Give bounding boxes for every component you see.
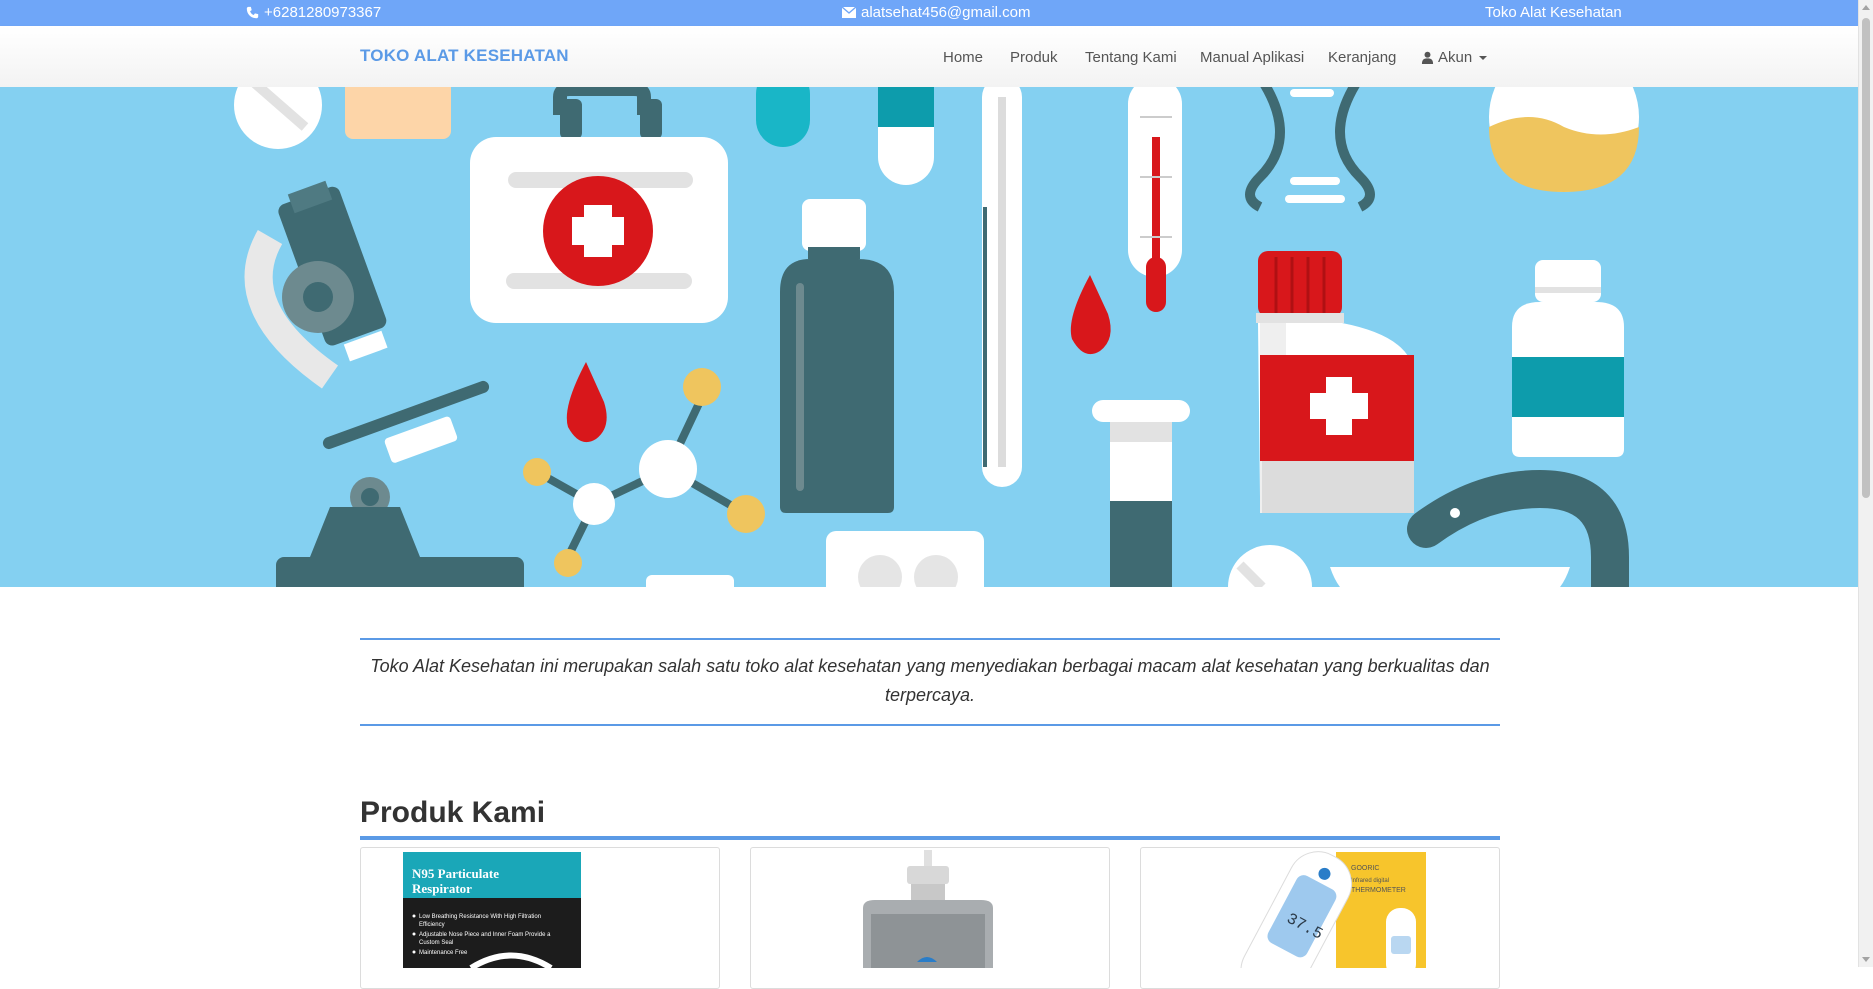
product-card[interactable] (750, 847, 1110, 989)
box-bullet-3: Maintenance Free (419, 950, 468, 956)
topbar-brand: Toko Alat Kesehatan (1485, 4, 1622, 21)
scrollbar-thumb[interactable] (1862, 18, 1870, 498)
product-card[interactable]: N95 Particulate Respirator Low Breathing… (360, 847, 720, 989)
box-bullet-1b: Efficiency (419, 922, 445, 928)
phone-icon (246, 6, 259, 19)
box-brand: GOORIC (1351, 865, 1379, 872)
box-title-line1: N95 Particulate (412, 866, 499, 881)
nav-keranjang[interactable]: Keranjang (1328, 49, 1396, 66)
nav-home[interactable]: Home (943, 49, 983, 66)
email-address: alatsehat456@gmail.com (861, 4, 1031, 21)
medical-illustration (234, 87, 1639, 587)
box-bullet-1: Low Breathing Resistance With High Filtr… (419, 914, 541, 920)
nav-tentang-kami[interactable]: Tentang Kami (1085, 49, 1177, 66)
phone-contact: +6281280973367 (246, 4, 381, 21)
box-bullet-2b: Custom Seal (419, 940, 453, 946)
products-heading: Produk Kami (360, 796, 1500, 840)
account-label: Akun (1438, 49, 1473, 66)
nav-manual-aplikasi[interactable]: Manual Aplikasi (1200, 49, 1304, 66)
box-subtitle: Infrared digital (1351, 878, 1389, 884)
nav-produk[interactable]: Produk (1010, 49, 1058, 66)
user-icon (1421, 51, 1434, 64)
product-card[interactable]: GOORIC Infrared digital THERMOMETER 37.5 (1140, 847, 1500, 989)
n95-respirator-image: N95 Particulate Respirator Low Breathing… (403, 852, 581, 972)
page-scrollbar[interactable] (1858, 0, 1873, 967)
chevron-down-icon (1479, 55, 1488, 60)
contact-bar: +6281280973367 alatsehat456@gmail.com To… (0, 0, 1858, 26)
box-title-line2: Respirator (412, 881, 472, 896)
main-navbar: TOKO ALAT KESEHATAN Home Produk Tentang … (0, 26, 1858, 88)
hero-banner (0, 87, 1858, 587)
email-contact: alatsehat456@gmail.com (842, 4, 1030, 21)
phone-number: +6281280973367 (264, 4, 382, 21)
envelope-icon (842, 7, 856, 18)
nav-account-dropdown[interactable]: Akun (1421, 49, 1488, 66)
site-logo[interactable]: TOKO ALAT KESEHATAN (360, 46, 569, 66)
thermometer-product-image: GOORIC Infrared digital THERMOMETER 37.5 (1240, 851, 1426, 988)
intro-description: Toko Alat Kesehatan ini merupakan salah … (360, 638, 1500, 726)
box-bullet-2: Adjustable Nose Piece and Inner Foam Pro… (419, 932, 551, 938)
scroll-down-arrow-icon[interactable] (1862, 957, 1870, 962)
scroll-up-arrow-icon[interactable] (1862, 5, 1870, 10)
sanitizer-bottle-image (863, 850, 993, 978)
box-product-name: THERMOMETER (1351, 887, 1406, 894)
